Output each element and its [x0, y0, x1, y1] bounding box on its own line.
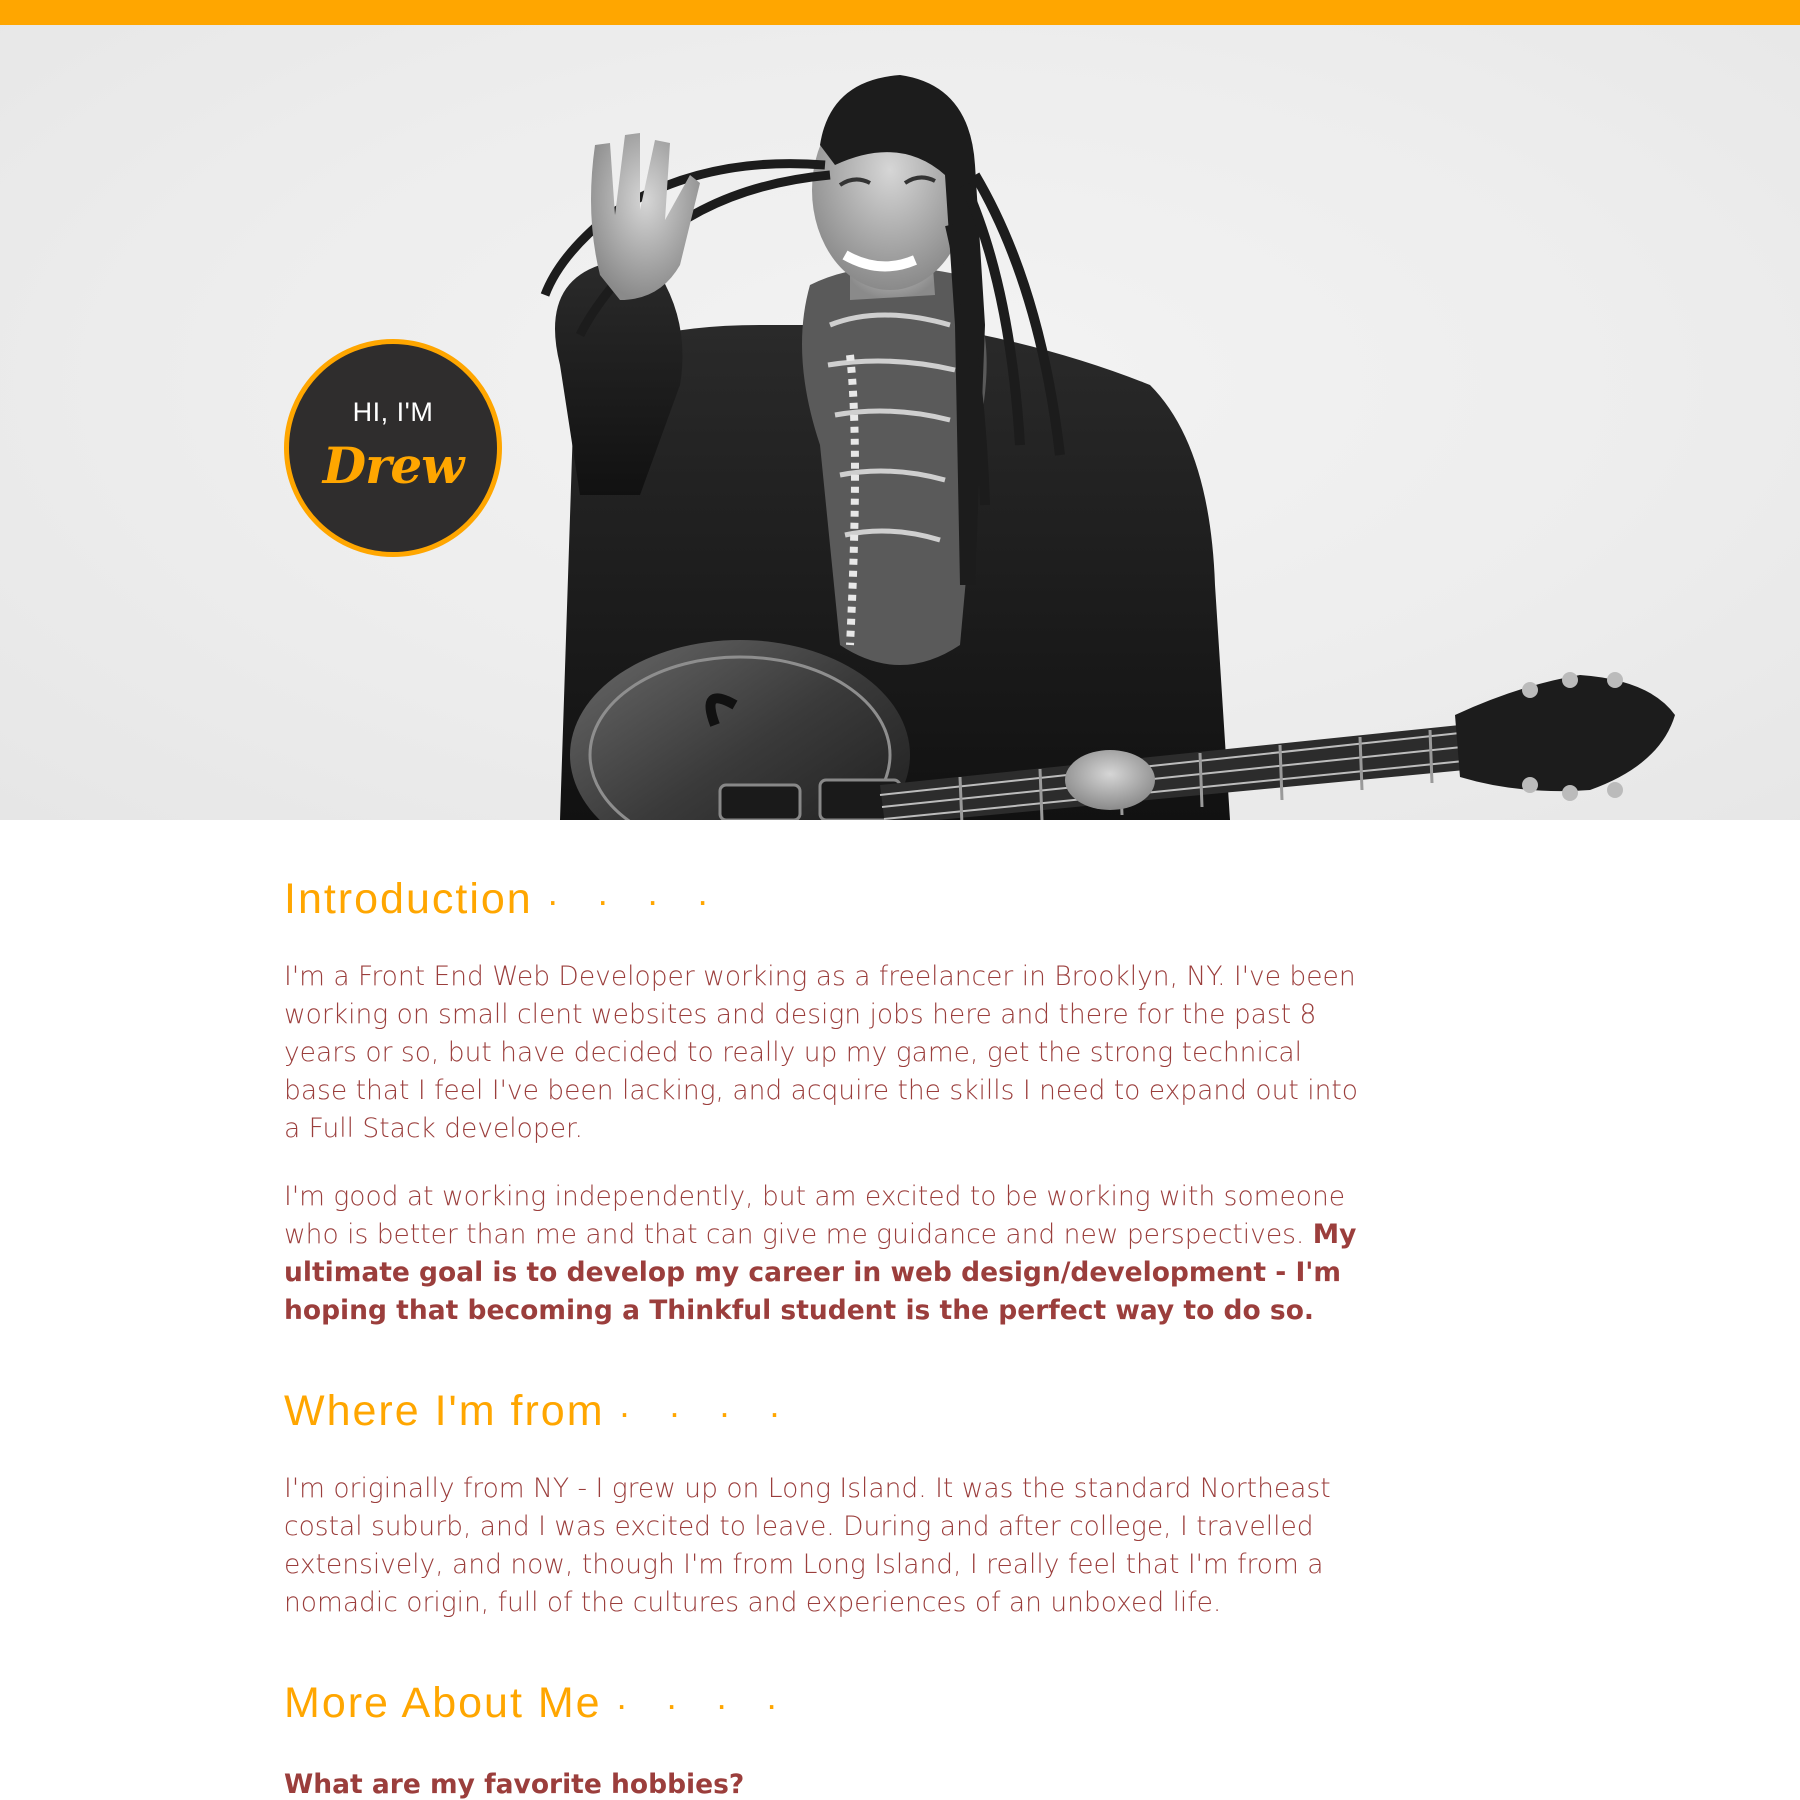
- hobbies-question: What are my favorite hobbies?: [284, 1769, 745, 1800]
- hero-photo: [540, 75, 1675, 820]
- title-dots: · · · ·: [546, 880, 723, 921]
- section-title-text: Where I'm from: [284, 1387, 605, 1435]
- badge-name: Drew: [322, 436, 465, 495]
- title-dots: · · · ·: [618, 1392, 795, 1433]
- introduction-paragraph-2: I'm good at working independently, but a…: [284, 1178, 1364, 1330]
- section-title-text: Introduction: [284, 875, 533, 923]
- main-content: Introduction · · · · I'm a Front End Web …: [284, 870, 1364, 1800]
- badge-greeting: HI, I'M: [352, 397, 434, 427]
- introduction-paragraph-1: I'm a Front End Web Developer working as…: [284, 961, 1358, 1144]
- title-dots: · · · ·: [615, 1684, 792, 1725]
- section-title-where-from: Where I'm from · · · ·: [284, 1382, 1364, 1440]
- introduction-paragraph-2-text: I'm good at working independently, but a…: [284, 1181, 1346, 1250]
- intro-badge: HI, I'M Drew: [284, 339, 502, 557]
- section-title-text: More About Me: [284, 1679, 602, 1727]
- section-title-introduction: Introduction · · · ·: [284, 870, 1364, 928]
- hero-banner: HI, I'M Drew: [0, 25, 1800, 820]
- top-accent-bar: [0, 0, 1800, 25]
- where-from-paragraph: I'm originally from NY - I grew up on Lo…: [284, 1473, 1331, 1618]
- section-title-more-about: More About Me · · · ·: [284, 1674, 1364, 1732]
